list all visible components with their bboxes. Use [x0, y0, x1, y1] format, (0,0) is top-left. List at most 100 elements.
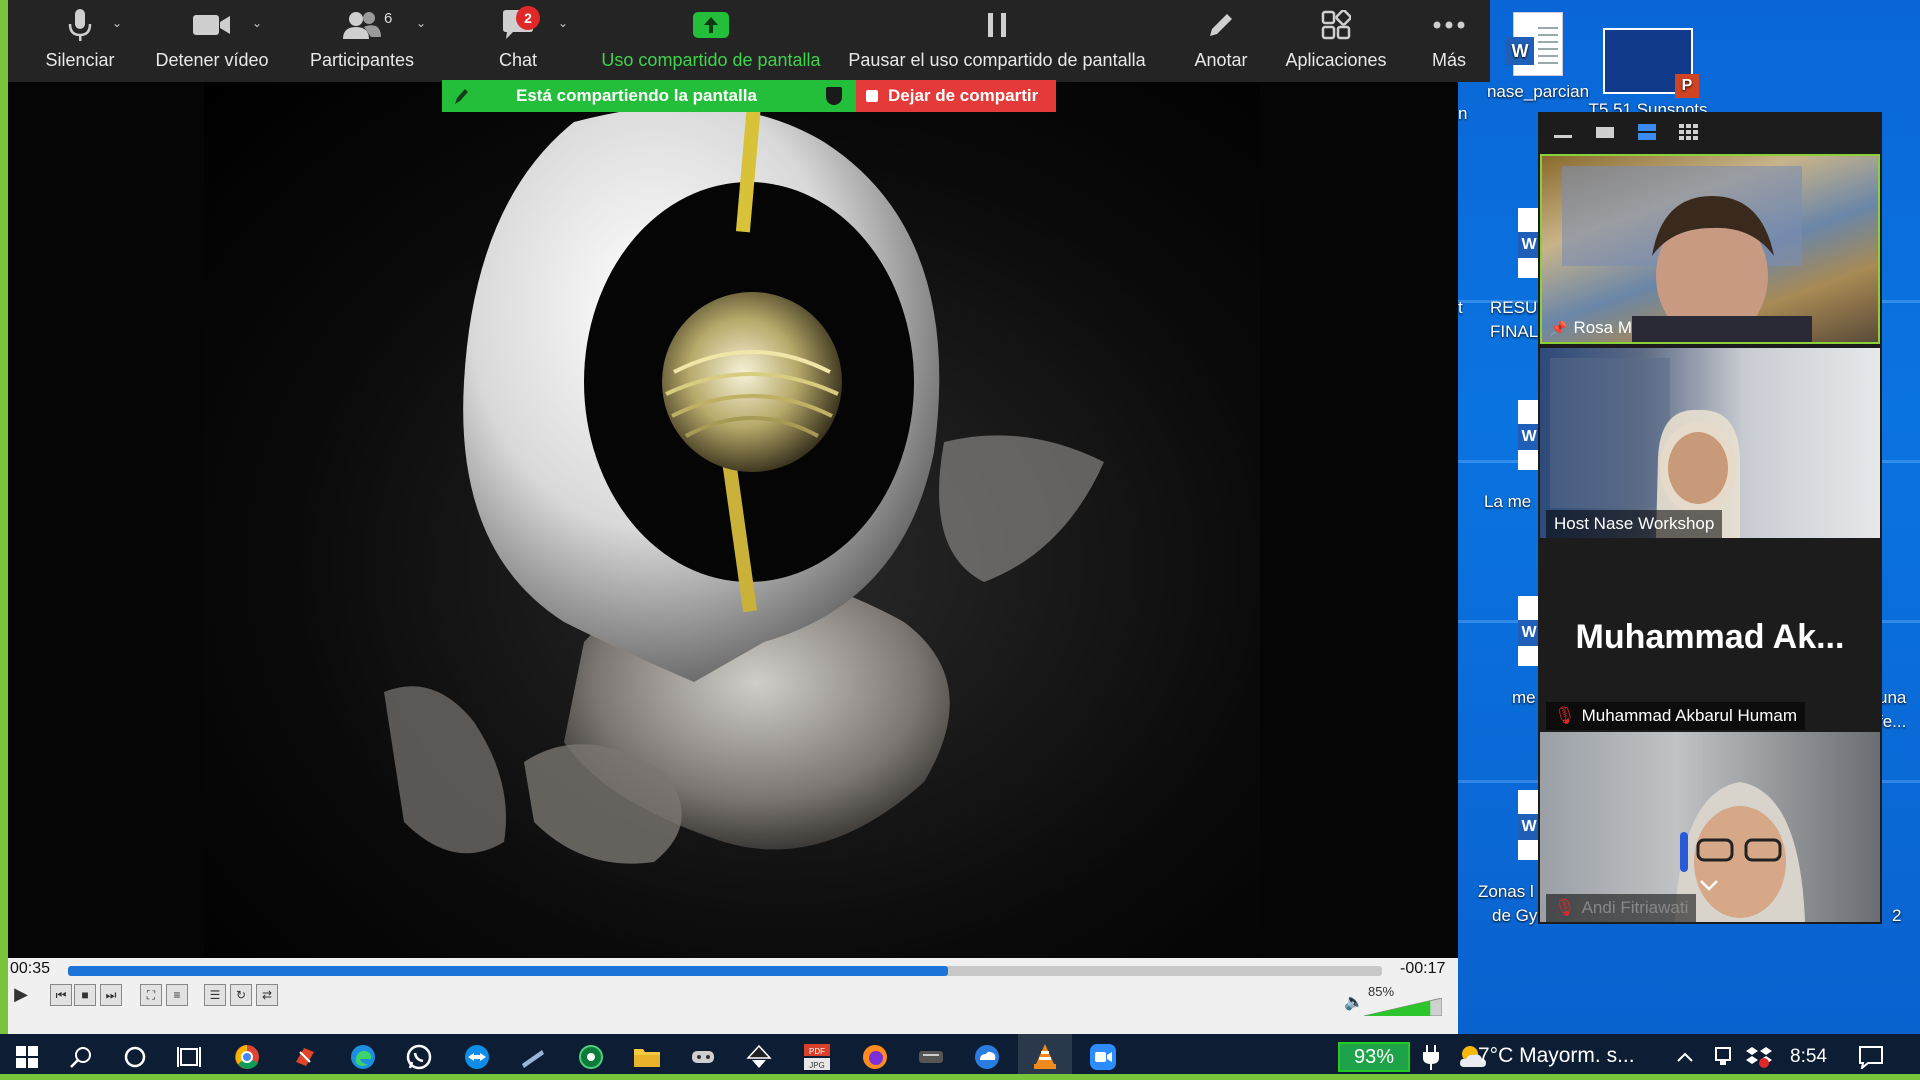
- extended-settings-icon[interactable]: ≡: [166, 984, 188, 1006]
- edge-icon[interactable]: [348, 1042, 378, 1072]
- chevron-down-icon[interactable]: [1698, 878, 1720, 892]
- desktop-label-fragment: de Gy: [1492, 906, 1538, 925]
- network-icon[interactable]: [1708, 1042, 1738, 1072]
- green-app-icon[interactable]: [576, 1042, 606, 1072]
- word-document-icon[interactable]: W: [1518, 208, 1540, 278]
- chrome-icon[interactable]: [232, 1042, 262, 1072]
- participant-tile[interactable]: Muhammad Ak... 🎙 Muhammad Akbarul Humam: [1540, 540, 1880, 730]
- sharing-status-text: Está compartiendo la pantalla: [516, 86, 757, 105]
- whatsapp-icon[interactable]: [404, 1042, 434, 1072]
- participant-tile[interactable]: Host Nase Workshop: [1540, 348, 1880, 538]
- shield-icon: [826, 87, 842, 105]
- chat-unread-badge: 2: [516, 6, 540, 30]
- muted-microphone-icon: 🎙: [1554, 706, 1576, 725]
- mute-button[interactable]: Silenciar: [28, 0, 132, 82]
- cortana-icon[interactable]: [120, 1042, 150, 1072]
- next-icon[interactable]: ⏭: [100, 984, 122, 1006]
- cloud-app-icon[interactable]: [972, 1042, 1002, 1072]
- desktop-label-fragment: me: [1512, 688, 1536, 707]
- participant-tile[interactable]: 🎙 Andi Fitriawati: [1540, 732, 1880, 922]
- shuffle-icon[interactable]: ⇄: [256, 984, 278, 1006]
- stop-sharing-button[interactable]: Dejar de compartir: [856, 80, 1056, 112]
- participants-count: 6: [384, 10, 393, 27]
- stop-icon[interactable]: ■: [74, 984, 96, 1006]
- zoom-icon[interactable]: [1088, 1042, 1118, 1072]
- task-view-icon[interactable]: [174, 1042, 204, 1072]
- firefox-icon[interactable]: [860, 1042, 890, 1072]
- word-document-icon[interactable]: W: [1518, 596, 1540, 666]
- video-editor-icon[interactable]: [916, 1042, 946, 1072]
- ellipsis-icon: [1414, 0, 1484, 50]
- previous-icon[interactable]: ⏮: [50, 984, 72, 1006]
- stop-video-label: Detener vídeo: [155, 50, 269, 70]
- svg-text:JPG: JPG: [809, 1061, 825, 1070]
- desktop-label-fragment: La me: [1484, 492, 1532, 511]
- remote-tool-icon[interactable]: [290, 1042, 320, 1072]
- muted-microphone-icon: 🎙: [1554, 898, 1576, 917]
- desktop-icon-word[interactable]: W nase_parcian: [1478, 12, 1598, 102]
- participant-name: 🎙 Andi Fitriawati: [1546, 894, 1697, 922]
- gallery-view-icon[interactable]: [1678, 123, 1700, 141]
- participant-tile[interactable]: 📌 Rosa M: [1540, 154, 1880, 344]
- screen-share-border: [0, 1074, 1920, 1080]
- desktop-icon-powerpoint[interactable]: P T5 51 Sunspots: [1588, 28, 1708, 120]
- strip-view-icon[interactable]: [1636, 123, 1658, 141]
- file-explorer-icon[interactable]: [632, 1042, 662, 1072]
- power-plug-icon[interactable]: [1416, 1042, 1446, 1072]
- speaker-view-icon[interactable]: [1594, 123, 1616, 141]
- participant-display-name: Muhammad Ak...: [1575, 618, 1845, 656]
- desktop-label-fragment: 2: [1892, 906, 1902, 925]
- participants-video-panel: 📌 Rosa M Host Nase Workshop Muhammad Ak..…: [1538, 112, 1882, 924]
- speaker-icon[interactable]: 🔈: [1344, 992, 1364, 1012]
- seek-bar[interactable]: [68, 966, 1382, 976]
- participant-name: 🎙 Muhammad Akbarul Humam: [1546, 702, 1806, 730]
- video-player-area[interactable]: [8, 82, 1458, 958]
- loop-icon[interactable]: ↻: [230, 984, 252, 1006]
- play-icon[interactable]: ▶: [10, 984, 32, 1006]
- pdf-to-jpg-icon[interactable]: PDF JPG: [802, 1042, 832, 1072]
- chevron-down-icon[interactable]: ⌄: [558, 16, 568, 30]
- desktop-label-fragment: n: [1458, 104, 1468, 123]
- editor-icon[interactable]: [518, 1042, 548, 1072]
- share-screen-icon: [588, 0, 834, 50]
- participants-icon: [300, 0, 424, 50]
- word-document-icon[interactable]: W: [1518, 400, 1540, 470]
- chevron-down-icon[interactable]: ⌄: [416, 16, 426, 30]
- desktop-label-fragment: FINAL: [1490, 322, 1539, 341]
- seek-progress: [68, 966, 949, 976]
- word-document-icon[interactable]: W: [1518, 790, 1540, 860]
- fullscreen-icon[interactable]: ⛶: [140, 984, 162, 1006]
- weather-text[interactable]: 7°C Mayorm. s...: [1478, 1044, 1635, 1068]
- playlist-icon[interactable]: ☰: [204, 984, 226, 1006]
- search-icon[interactable]: [66, 1042, 96, 1072]
- stop-sharing-label: Dejar de compartir: [888, 86, 1039, 105]
- volume-slider[interactable]: [1364, 998, 1442, 1016]
- participants-button[interactable]: Participantes: [300, 0, 424, 82]
- stop-video-button[interactable]: Detener vídeo: [144, 0, 280, 82]
- windows-start-icon[interactable]: [12, 1042, 42, 1072]
- dropbox-icon[interactable]: [1744, 1042, 1774, 1072]
- sharing-banner: Está compartiendo la pantalla Dejar de c…: [442, 80, 1056, 112]
- desktop-label-fragment: t: [1458, 298, 1463, 317]
- chat-label: Chat: [498, 50, 538, 70]
- chevron-down-icon[interactable]: ⌄: [252, 16, 262, 30]
- pause-icon: [834, 0, 1160, 50]
- chevron-up-icon[interactable]: [1670, 1042, 1700, 1072]
- volume-percent: 85%: [1368, 984, 1395, 999]
- video-frame-illustration: [384, 101, 1104, 864]
- minimize-icon[interactable]: [1552, 123, 1574, 141]
- chevron-down-icon[interactable]: ⌄: [112, 16, 122, 30]
- annotate-button[interactable]: Anotar: [1180, 0, 1262, 82]
- participant-name: 📌 Rosa M: [1550, 318, 1633, 337]
- notifications-icon[interactable]: [1856, 1042, 1886, 1072]
- battery-indicator[interactable]: 93%: [1338, 1042, 1410, 1072]
- system-clock[interactable]: 8:54: [1790, 1046, 1827, 1068]
- pause-share-button[interactable]: Pausar el uso compartido de pantalla: [834, 0, 1160, 82]
- more-button[interactable]: Más: [1414, 0, 1484, 82]
- inkscape-icon[interactable]: [744, 1042, 774, 1072]
- share-screen-button[interactable]: Uso compartido de pantalla: [588, 0, 834, 82]
- teamviewer-icon[interactable]: [462, 1042, 492, 1072]
- apps-button[interactable]: Aplicaciones: [1278, 0, 1394, 82]
- sharing-status-bar[interactable]: Está compartiendo la pantalla: [442, 80, 856, 112]
- game-icon[interactable]: [688, 1042, 718, 1072]
